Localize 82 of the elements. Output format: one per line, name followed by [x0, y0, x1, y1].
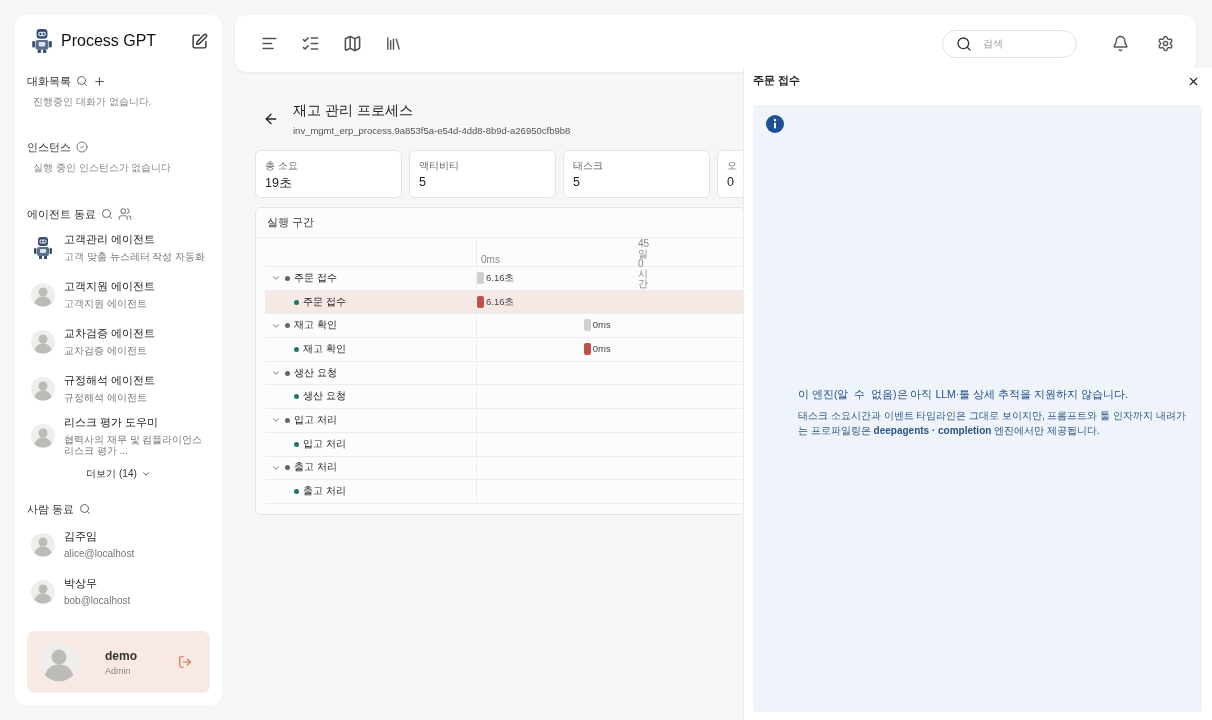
plus-icon[interactable]	[93, 74, 106, 88]
stat-value: 5	[573, 175, 581, 189]
section-title: 대화목록	[27, 73, 71, 89]
logout-icon[interactable]	[178, 655, 192, 669]
row-label: 입고 처리	[303, 437, 346, 451]
axis-tick: 0ms	[481, 254, 500, 265]
duration-label: 6.16초	[486, 295, 515, 309]
timeline-row[interactable]: 생산 요청	[265, 385, 744, 410]
agent-item[interactable]: 규정해석 에이전트 규정해석 에이전트	[27, 365, 210, 412]
status-dot	[294, 299, 299, 305]
avatar-icon	[31, 579, 55, 604]
row-label: 출고 처리	[294, 461, 337, 475]
status-dot	[285, 323, 290, 329]
stat-label: 태스크	[573, 159, 604, 173]
panel-title: 주문 접수	[753, 74, 800, 88]
user-role: Admin	[105, 665, 132, 676]
info-icon	[766, 115, 784, 133]
users-icon[interactable]	[118, 207, 133, 221]
search-icon[interactable]	[76, 75, 88, 87]
empty-message: 실행 중인 인스턴스가 없습니다	[32, 161, 173, 175]
timeline-row[interactable]: 출고 처리	[265, 480, 744, 504]
notice-heading: 이 엔진(알 수 없음)은 아직 LLM·툴 상세 추적을 지원하지 않습니다.	[798, 388, 1129, 402]
user-name: demo	[105, 648, 138, 663]
person-item[interactable]: 박상무 bob@localhost	[27, 568, 210, 615]
robot-icon	[31, 235, 55, 260]
more-button[interactable]: 더보기 (14)	[80, 461, 157, 487]
row-label: 생산 요청	[294, 366, 337, 380]
search-icon[interactable]	[79, 503, 92, 515]
search-field[interactable]: 검색	[942, 29, 1077, 58]
timeline-row[interactable]: 재고 확인 0ms	[265, 338, 744, 362]
notice-body: 태스크 소요시간과 이벤트 타임라인은 그대로 보이지만, 프롬프트와 툴 인자까지 내려가는 프로파일링은 deepagents · completion 엔진에서만 제공됩니다.	[798, 409, 1187, 438]
duration-label: 6.16초	[486, 272, 515, 285]
status-dot	[294, 346, 299, 352]
status-dot	[294, 441, 299, 447]
section-title: 인스턴스	[27, 139, 71, 155]
duration-label: 0ms	[592, 343, 611, 355]
avatar-icon	[31, 376, 55, 401]
agent-item[interactable]: 고객지원 에이전트 고객지원 에이전트	[27, 271, 210, 318]
agent-item[interactable]: 리스크 평가 도우미 협력사의 재무 및 컴플라이언스 리스크 평가 ...	[27, 412, 210, 459]
axis-tick: 45일 0시간	[638, 239, 651, 289]
agent-item[interactable]: 교차검증 에이전트 교차검증 에이전트	[27, 318, 210, 365]
stat-label: 오	[727, 159, 738, 173]
avatar-icon	[31, 329, 55, 354]
stat-value: 19초	[265, 175, 293, 192]
person-item[interactable]: 김주임 alice@localhost	[27, 521, 210, 568]
row-label: 입고 처리	[294, 413, 337, 427]
row-label: 출고 처리	[303, 485, 346, 499]
row-label: 생산 요청	[303, 390, 346, 404]
chevron-icon	[140, 469, 151, 479]
duration-label: 0ms	[592, 319, 611, 331]
status-dot	[294, 489, 299, 495]
empty-message: 진행중인 대화가 없습니다.	[32, 95, 153, 109]
avatar-icon	[31, 532, 55, 557]
section-title: 사람 동료	[27, 501, 75, 517]
bell-icon[interactable]	[1110, 33, 1131, 54]
process-id: inv_mgmt_erp_process.9a853f5a-e54d-4dd8-8b9d-a26950cfb9b8	[293, 125, 571, 136]
timeline-row[interactable]: 입고 처리	[265, 432, 744, 457]
row-label: 재고 확인	[303, 342, 346, 356]
stat-value: 0	[727, 175, 735, 189]
status-dot	[285, 465, 290, 471]
process-title: 재고 관리 프로세스	[293, 102, 414, 120]
timeline-row[interactable]: 주문 접수 6.16초	[265, 290, 744, 315]
status-dot	[285, 370, 290, 376]
row-label: 주문 접수	[294, 271, 337, 285]
back-arrow-icon[interactable]	[263, 111, 279, 127]
avatar-icon	[31, 282, 55, 307]
stat-value: 5	[419, 175, 427, 189]
brand-name: Process GPT	[61, 32, 158, 50]
robot-icon	[29, 28, 55, 54]
stat-label: 총 소요	[265, 159, 299, 173]
section-title: 에이전트 동료	[27, 206, 97, 222]
row-label: 주문 접수	[303, 295, 346, 309]
avatar-icon	[31, 423, 55, 448]
status-dot	[294, 394, 299, 400]
status-dot	[285, 417, 290, 423]
status-dot	[285, 275, 290, 281]
search-icon[interactable]	[101, 208, 114, 220]
agent-item[interactable]: 고객관리 에이전트 고객 맞춤 뉴스레터 작성 자동화	[27, 224, 210, 271]
row-label: 재고 확인	[294, 319, 337, 333]
stat-label: 액티비티	[419, 159, 460, 173]
user-avatar-icon	[39, 642, 79, 682]
check-circle-icon[interactable]	[76, 141, 88, 153]
